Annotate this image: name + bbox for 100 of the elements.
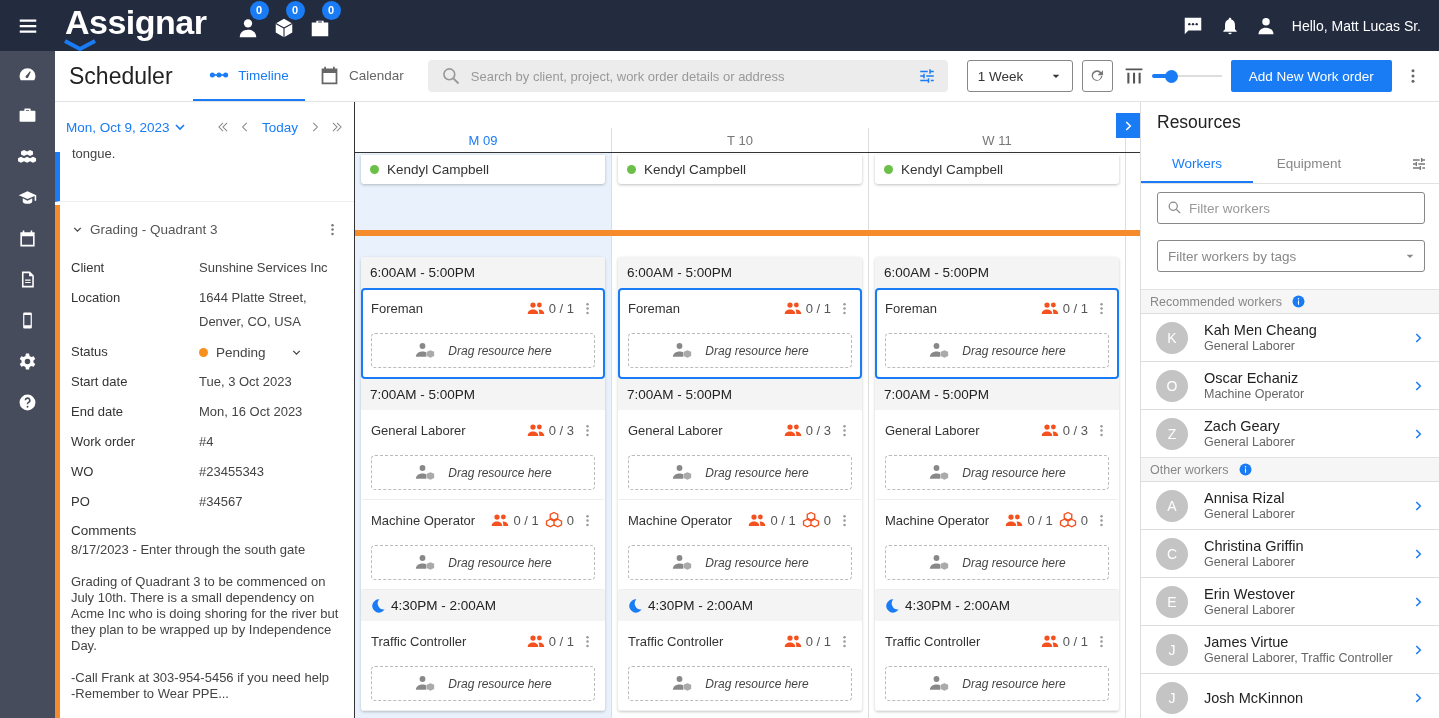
filter-icon[interactable] xyxy=(1411,156,1427,172)
double-right-icon[interactable] xyxy=(330,120,344,134)
drop-zone[interactable]: Drag resource here xyxy=(371,545,595,580)
field-label: PO xyxy=(71,493,91,511)
briefcase-icon[interactable] xyxy=(18,106,37,125)
settings-icon[interactable] xyxy=(18,352,37,371)
day-header: W 11 xyxy=(982,132,1012,148)
day-header: M 09 xyxy=(468,132,498,148)
moon-icon xyxy=(627,597,643,614)
role-count: 0 / 1 xyxy=(1027,512,1053,528)
worker-row[interactable]: O Oscar Echaniz Machine Operator xyxy=(1141,361,1439,409)
status-select[interactable]: Pending xyxy=(199,337,348,367)
people-icon xyxy=(1040,299,1059,317)
worker-role: General Laborer, Traffic Controller xyxy=(1204,651,1394,665)
person-box-icon xyxy=(671,673,694,694)
worker-row[interactable]: A Annisa Rizal General Laborer xyxy=(1141,481,1439,529)
drop-zone[interactable]: Drag resource here xyxy=(885,455,1109,490)
role-name: Traffic Controller xyxy=(371,633,468,649)
view-tab[interactable]: Calendar xyxy=(305,51,418,101)
assignment-card[interactable]: Kendyl Campbell xyxy=(361,155,605,184)
date-picker[interactable]: Mon, Oct 9, 2023 xyxy=(66,119,188,135)
worker-row[interactable]: E Erin Westover General Laborer xyxy=(1141,577,1439,625)
tags-select[interactable]: Filter workers by tags xyxy=(1157,240,1425,272)
shift-time: 7:00AM - 5:00PM xyxy=(884,387,990,402)
graduation-cap-icon[interactable] xyxy=(18,188,37,207)
drop-zone[interactable]: Drag resource here xyxy=(371,333,595,368)
worker-name: Kendyl Campbell xyxy=(901,162,1004,177)
person-box-icon xyxy=(414,340,437,361)
slider-thumb[interactable] xyxy=(1165,69,1179,83)
today-button[interactable]: Today xyxy=(259,119,300,135)
role-name: Foreman xyxy=(371,300,425,316)
shift-time: 4:30PM - 2:00AM xyxy=(905,598,1011,613)
role-name: General Laborer xyxy=(885,422,981,438)
boxes-icon[interactable] xyxy=(18,147,37,166)
resource-tab[interactable]: Workers xyxy=(1141,146,1253,183)
worker-role: General Laborer xyxy=(1204,507,1297,521)
assignment-card[interactable]: Kendyl Campbell xyxy=(875,155,1119,184)
equipment-count: 0 xyxy=(1080,512,1088,528)
shift-time: 4:30PM - 2:00AM xyxy=(648,598,754,613)
equipment-count: 0 xyxy=(566,512,574,528)
double-left-icon[interactable] xyxy=(215,120,230,134)
role-count: 0 / 1 xyxy=(770,512,796,528)
refresh-button[interactable] xyxy=(1081,60,1113,92)
field-value: Tue, 3 Oct 2023 xyxy=(199,373,293,391)
assignment-card[interactable]: Kendyl Campbell xyxy=(618,155,862,184)
drop-zone[interactable]: Drag resource here xyxy=(885,333,1109,368)
zoom-slider[interactable] xyxy=(1151,69,1222,83)
role-count: 0 / 1 xyxy=(1062,633,1088,649)
count-badge: 0 xyxy=(321,0,341,20)
worker-role: General Laborer xyxy=(1204,603,1297,617)
shift-time: 7:00AM - 5:00PM xyxy=(370,387,476,402)
search-field[interactable]: Search by client, project, work order details or address xyxy=(427,60,948,92)
drop-zone[interactable]: Drag resource here xyxy=(628,545,852,580)
drop-zone[interactable]: Drag resource here xyxy=(628,666,852,701)
shift-time: 4:30PM - 2:00AM xyxy=(391,598,497,613)
view-tab[interactable]: Timeline xyxy=(193,51,305,101)
drop-zone[interactable]: Drag resource here xyxy=(628,333,852,368)
drop-zone[interactable]: Drag resource here xyxy=(885,666,1109,701)
person-box-icon xyxy=(671,340,694,361)
worker-role: General Laborer xyxy=(1204,435,1297,449)
boxes-icon xyxy=(1058,511,1077,529)
page-title: Scheduler xyxy=(69,62,174,90)
role-count: 0 / 1 xyxy=(548,633,574,649)
comment-text: Grading of Quadrant 3 to be commenced on July 10th. There is a small dependency on Acme Inc who is doing shoring for the river but they plan to be wrapped up by Independence Day. xyxy=(71,574,340,654)
drop-zone[interactable]: Drag resource here xyxy=(371,455,595,490)
person-box-icon xyxy=(414,673,437,694)
drop-zone[interactable]: Drag resource here xyxy=(628,455,852,490)
worker-row[interactable]: C Christina Griffin General Laborer xyxy=(1141,529,1439,577)
drop-zone[interactable]: Drag resource here xyxy=(371,666,595,701)
field-label: Work order xyxy=(71,433,137,451)
shift-time: 6:00AM - 5:00PM xyxy=(627,265,733,280)
add-work-order-button[interactable]: Add New Work order xyxy=(1230,60,1392,92)
avatar: J xyxy=(1156,681,1188,714)
avatar: Z xyxy=(1156,417,1188,450)
logo: Assignar xyxy=(65,3,207,48)
description-text: tongue. xyxy=(72,146,117,161)
filter-icon[interactable] xyxy=(917,67,936,85)
role-count: 0 / 3 xyxy=(1062,422,1088,438)
range-select[interactable]: 1 Week xyxy=(966,60,1073,92)
work-order-title[interactable]: Grading - Quadrant 3 xyxy=(90,221,218,237)
field-label: Status xyxy=(71,343,109,361)
role-name: Traffic Controller xyxy=(628,633,725,649)
next-button[interactable] xyxy=(1116,113,1140,138)
shift-time: 6:00AM - 5:00PM xyxy=(370,265,476,280)
filter-field[interactable]: Filter workers xyxy=(1157,192,1425,224)
calendar-icon[interactable] xyxy=(18,229,37,248)
user-greeting[interactable]: Hello, Matt Lucas Sr. xyxy=(1291,17,1421,34)
comment-text: 8/17/2023 - Enter through the south gate xyxy=(71,542,307,558)
drop-zone[interactable]: Drag resource here xyxy=(885,545,1109,580)
worker-row[interactable]: K Kah Men Cheang General Laborer xyxy=(1141,313,1439,361)
field-label: Client xyxy=(71,259,106,277)
role-name: Foreman xyxy=(628,300,682,316)
worker-row[interactable]: J Josh McKinnon xyxy=(1141,673,1439,718)
worker-row[interactable]: J James Virtue General Laborer, Traffic Controller xyxy=(1141,625,1439,673)
worker-role: General Laborer xyxy=(1204,339,1297,353)
help-icon[interactable] xyxy=(18,393,37,412)
role-count: 0 / 1 xyxy=(548,300,574,316)
resource-tab[interactable]: Equipment xyxy=(1253,146,1365,183)
group-header: Recommended workers xyxy=(1150,294,1282,309)
field-label: WO xyxy=(71,463,95,481)
